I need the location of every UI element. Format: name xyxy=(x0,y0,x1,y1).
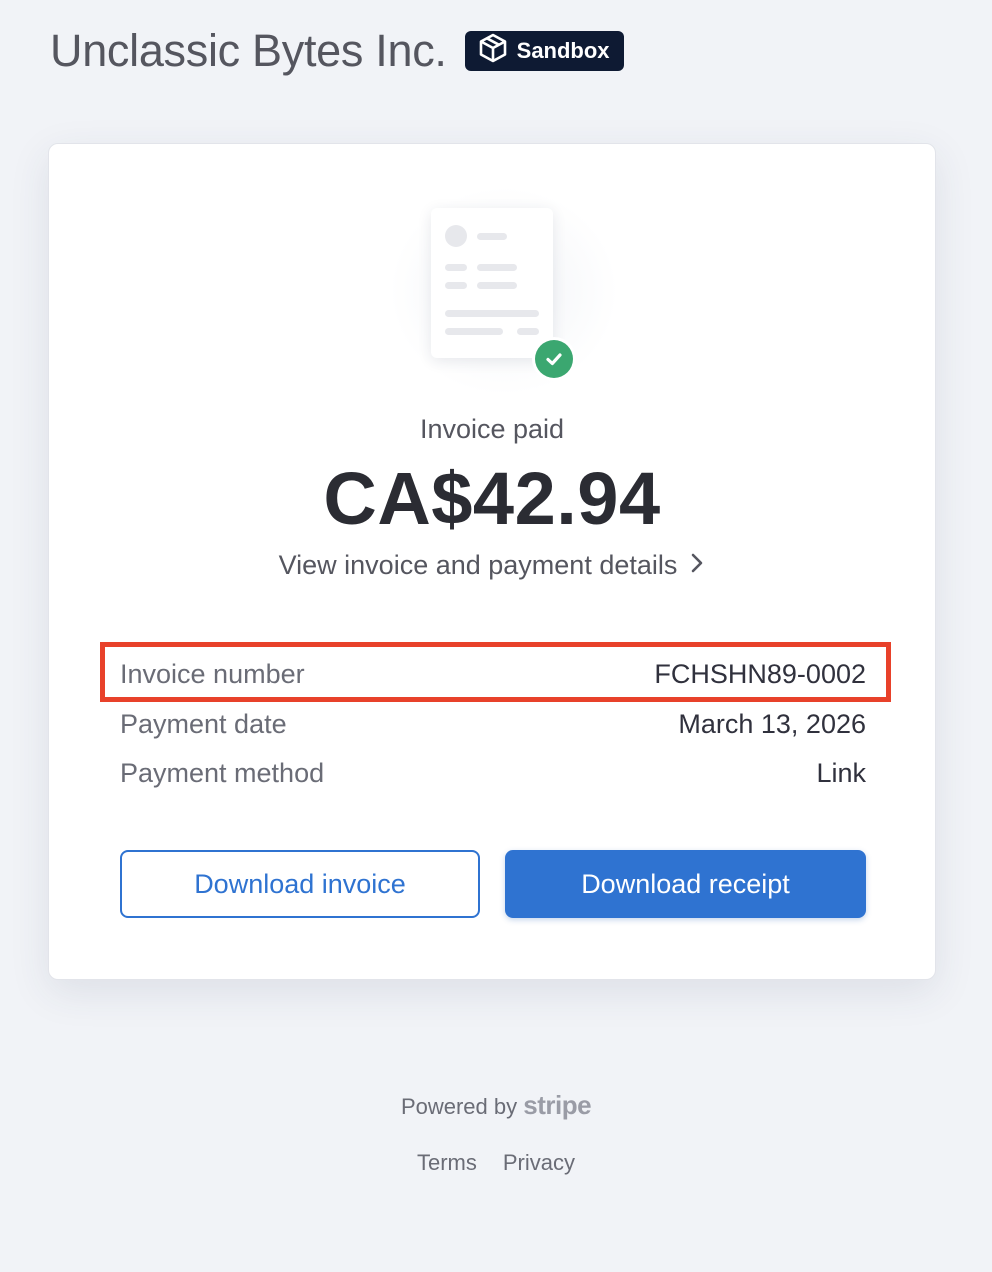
document-avatar-shape xyxy=(445,225,467,247)
page-header: Unclassic Bytes Inc. Sandbox xyxy=(50,24,624,78)
detail-row-payment-date: Payment date March 13, 2026 xyxy=(120,704,866,744)
powered-by-label: Powered by xyxy=(400,1094,518,1119)
document-line xyxy=(477,264,517,271)
detail-label: Payment date xyxy=(120,708,287,739)
detail-value: FCHSHN89-0002 xyxy=(654,658,866,689)
terms-link[interactable]: Terms xyxy=(417,1150,477,1176)
document-line xyxy=(477,233,507,240)
download-receipt-button[interactable]: Download receipt xyxy=(505,850,866,918)
document-line xyxy=(445,328,503,335)
view-details-label: View invoice and payment details xyxy=(278,550,678,580)
detail-row-invoice-number: Invoice number FCHSHN89-0002 xyxy=(120,654,866,694)
document-line xyxy=(477,282,517,289)
view-details-link[interactable]: View invoice and payment details xyxy=(49,550,935,581)
footer-links: Terms Privacy xyxy=(0,1150,992,1176)
document-line xyxy=(445,310,539,317)
download-invoice-button[interactable]: Download invoice xyxy=(120,850,480,918)
sandbox-badge-label: Sandbox xyxy=(516,38,610,63)
sandbox-badge: Sandbox xyxy=(464,31,624,71)
detail-label: Payment method xyxy=(120,757,325,788)
chevron-right-icon xyxy=(689,550,705,581)
document-line xyxy=(445,282,467,289)
detail-row-payment-method: Payment method Link xyxy=(120,753,866,793)
check-icon xyxy=(532,337,576,381)
invoice-illustration xyxy=(389,186,619,396)
invoice-card: Invoice paid CA$42.94 View invoice and p… xyxy=(48,143,936,980)
detail-label: Invoice number xyxy=(120,658,305,689)
detail-value: Link xyxy=(816,757,866,788)
document-line xyxy=(445,264,467,271)
document-line xyxy=(517,328,539,335)
merchant-name: Unclassic Bytes Inc. xyxy=(50,25,447,76)
powered-by[interactable]: Powered by stripe xyxy=(0,1090,992,1121)
stripe-logo: stripe xyxy=(523,1090,592,1120)
document-icon xyxy=(431,208,553,358)
detail-value: March 13, 2026 xyxy=(678,708,866,739)
invoice-amount: CA$42.94 xyxy=(323,457,661,540)
sandbox-box-icon xyxy=(477,32,509,70)
privacy-link[interactable]: Privacy xyxy=(503,1150,575,1176)
invoice-status: Invoice paid xyxy=(419,414,565,444)
